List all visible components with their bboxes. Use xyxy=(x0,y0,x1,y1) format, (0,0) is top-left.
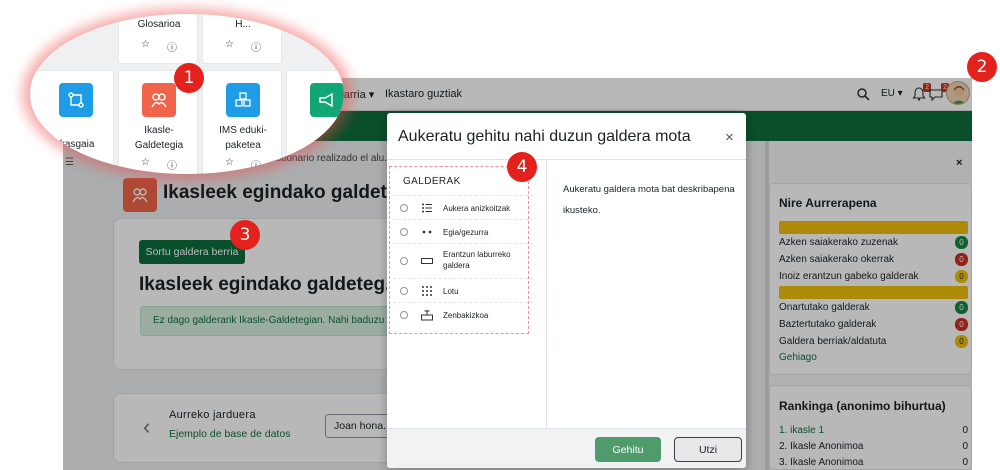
question-type-modal: Aukeratu gehitu nahi duzun galdera mota … xyxy=(387,113,746,468)
student-quiz-icon xyxy=(142,83,176,117)
tile-label: ...kasgaia xyxy=(51,139,95,150)
dots-icon xyxy=(422,230,432,234)
numeric-icon xyxy=(421,310,433,321)
question-option-truefalse[interactable]: Egia/gezurra xyxy=(393,219,533,243)
radio-button[interactable] xyxy=(400,204,408,212)
star-icon[interactable]: ☆ xyxy=(225,157,234,168)
question-option-multichoice[interactable]: Aukera anizkoitzak xyxy=(393,195,533,219)
activity-chooser-zoom: Glosarioa ☆ ⓘ H... ☆ ⓘ ...kasgaia Ikasle… xyxy=(30,14,344,174)
question-option-label: Aukera anizkoitzak xyxy=(443,204,511,213)
question-description-area: Aukeratu galdera mota bat deskribapena i… xyxy=(547,160,746,428)
add-button[interactable]: Gehitu xyxy=(595,437,661,462)
info-icon[interactable]: ⓘ xyxy=(251,157,261,172)
activity-tile-lesson[interactable]: ...kasgaia xyxy=(30,70,114,174)
question-option-numerical[interactable]: Zenbakizkoa xyxy=(393,302,533,326)
question-option-label: Zenbakizkoa xyxy=(443,311,489,320)
question-type-list: GALDERAK Aukera anizkoitzak Egia/gezurra… xyxy=(387,160,547,428)
question-option-match[interactable]: Lotu xyxy=(393,278,533,302)
info-icon[interactable]: ⓘ xyxy=(167,157,177,172)
question-option-shortanswer[interactable]: Erantzun laburreko galdera xyxy=(393,243,533,278)
step-marker-4: 4 xyxy=(507,152,537,182)
question-list-title: GALDERAK xyxy=(403,176,461,187)
question-description: Aukeratu galdera mota bat deskribapena i… xyxy=(563,184,735,216)
radio-button[interactable] xyxy=(400,257,408,265)
step-marker-2: 2 xyxy=(967,52,997,82)
modal-footer: Gehitu Utzi xyxy=(387,428,746,468)
radio-button[interactable] xyxy=(400,228,408,236)
ims-package-icon xyxy=(226,83,260,117)
activity-tile-ims-package[interactable]: IMS eduki- paketea ☆ ⓘ xyxy=(202,70,282,174)
modal-close-button[interactable]: × xyxy=(725,129,734,146)
step-marker-1: 1 xyxy=(174,63,204,93)
cancel-button[interactable]: Utzi xyxy=(674,437,742,462)
grid-dots-icon xyxy=(422,286,432,296)
lesson-icon xyxy=(59,83,93,117)
tile-label: Ikasle- Galdetegia xyxy=(134,125,184,151)
radio-button[interactable] xyxy=(400,311,408,319)
list-icon xyxy=(422,203,432,213)
zoom-top-spacer xyxy=(30,14,344,70)
short-answer-icon xyxy=(421,258,433,264)
radio-button[interactable] xyxy=(400,287,408,295)
modal-title: Aukeratu gehitu nahi duzun galdera mota xyxy=(398,128,691,145)
activity-tile-forum[interactable] xyxy=(286,70,344,174)
question-option-label: Lotu xyxy=(443,287,459,296)
question-option-label: Erantzun laburreko galdera xyxy=(443,250,511,270)
step-marker-3: 3 xyxy=(230,220,260,250)
star-icon[interactable]: ☆ xyxy=(141,157,150,168)
question-option-label: Egia/gezurra xyxy=(443,228,489,237)
tile-label: IMS eduki- paketea xyxy=(219,125,267,151)
megaphone-icon xyxy=(310,83,344,117)
